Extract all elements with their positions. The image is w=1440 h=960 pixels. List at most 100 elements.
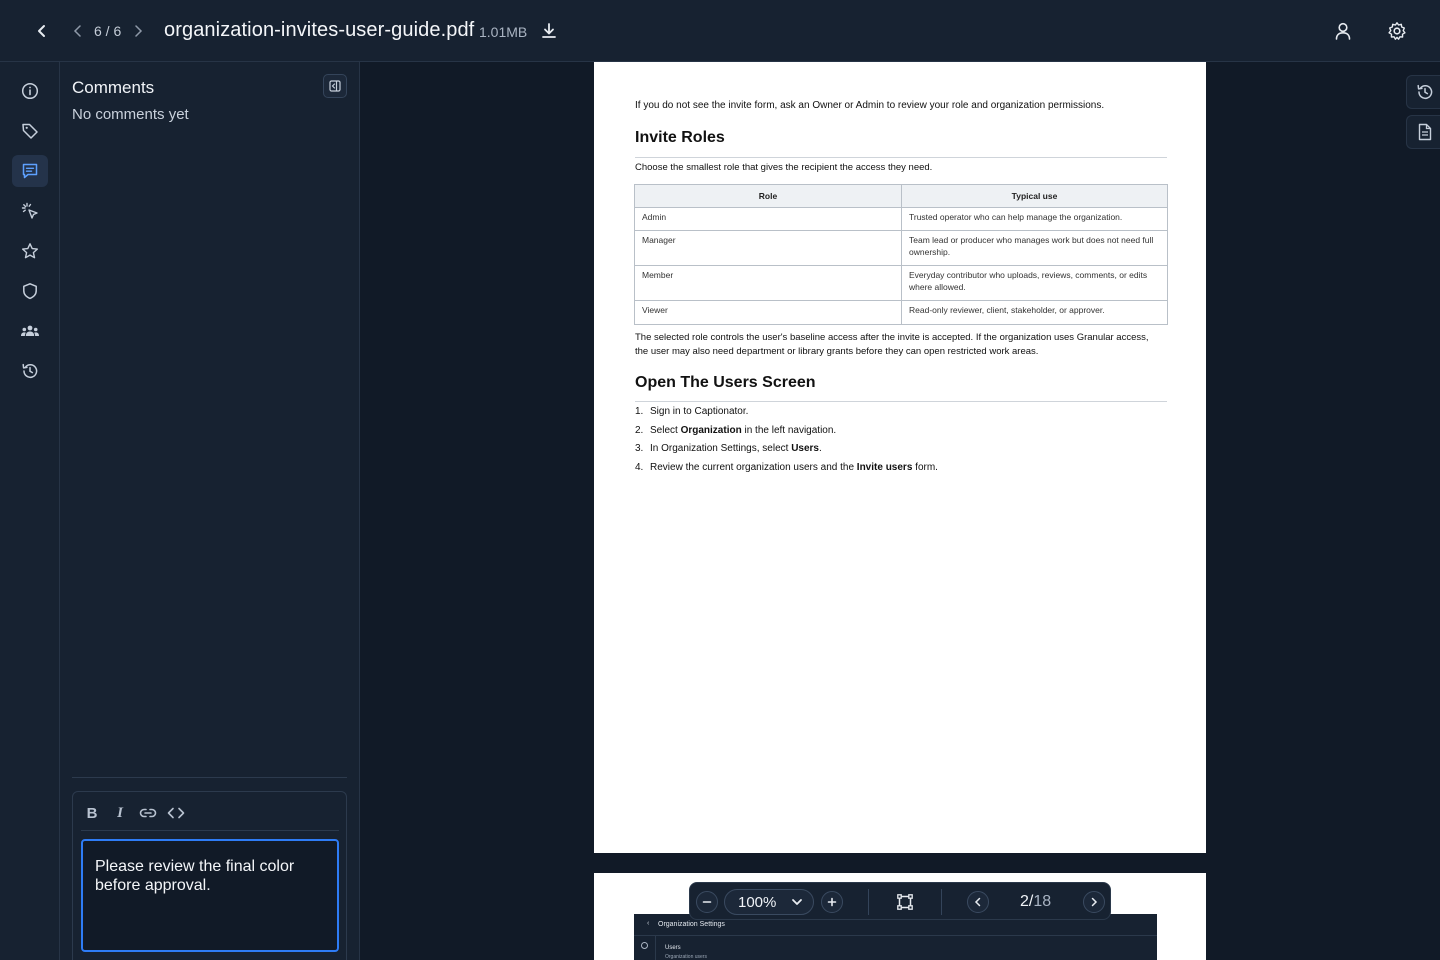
file-name: organization-invites-user-guide.pdf	[164, 19, 475, 41]
back-button[interactable]	[30, 19, 54, 43]
heading-rule	[635, 401, 1167, 402]
code-icon	[167, 807, 185, 819]
list-item: 2. Select Organization in the left naviga…	[635, 424, 837, 436]
sidebar-rail	[0, 62, 60, 960]
toolbar-divider	[941, 889, 942, 915]
list-item: 1. Sign in to Captionator.	[635, 406, 749, 417]
table-cell: Team lead or producer who manages work b…	[901, 230, 1168, 266]
comments-empty-state: No comments yet	[72, 106, 189, 123]
chevron-down-icon	[792, 899, 802, 905]
sidebar-item-ai-select[interactable]	[12, 195, 48, 227]
sidebar-item-comments[interactable]	[12, 155, 48, 187]
bold-button[interactable]: B	[81, 800, 103, 826]
sidebar-item-info[interactable]	[12, 75, 48, 107]
table-cell: Trusted operator who can help manage the…	[901, 207, 1168, 231]
italic-button[interactable]: I	[109, 800, 131, 826]
chevron-left-icon	[73, 25, 81, 37]
list-item: 3. In Organization Settings, select Users…	[635, 443, 822, 454]
pdf-page: If you do not see the invite form, ask a…	[594, 62, 1206, 853]
editor-divider	[81, 830, 339, 831]
minus-icon	[702, 901, 712, 903]
mini-back-icon: ‹	[647, 920, 650, 927]
next-page-button[interactable]	[1083, 891, 1105, 913]
current-page: 2	[1020, 893, 1029, 910]
table-header: Role	[634, 184, 902, 208]
document-viewer[interactable]: If you do not see the invite form, ask a…	[360, 62, 1440, 960]
link-icon	[139, 808, 157, 818]
comment-icon	[22, 163, 38, 179]
section-paragraph: The selected role controls the user's ba…	[635, 332, 1149, 357]
toolbar-divider	[868, 889, 869, 915]
download-icon	[542, 23, 556, 38]
comment-editor: B I Please review the final color before…	[72, 791, 347, 960]
document-info-button[interactable]	[1406, 115, 1440, 149]
chevron-left-icon	[38, 25, 45, 37]
zoom-select[interactable]: 100%	[724, 889, 814, 915]
zoom-in-button[interactable]	[821, 891, 843, 913]
section-heading: Invite Roles	[635, 129, 725, 146]
mini-info-icon	[641, 942, 648, 949]
table-cell: Read-only reviewer, client, stakeholder,…	[901, 300, 1168, 325]
table-header: Typical use	[901, 184, 1168, 208]
panel-collapse-icon	[329, 80, 341, 92]
divider	[72, 777, 347, 778]
file-size: 1.01MB	[479, 24, 528, 40]
sparkle-pointer-icon	[21, 202, 38, 219]
link-button[interactable]	[137, 800, 159, 826]
zoom-level: 100%	[738, 893, 777, 911]
next-file-button[interactable]	[130, 22, 146, 40]
section-paragraph: Choose the smallest role that gives the …	[635, 162, 933, 173]
mini-title: Organization Settings	[658, 921, 725, 928]
heading-rule	[635, 157, 1167, 158]
page-indicator: 2/18	[1020, 893, 1052, 910]
mini-sidebar	[634, 936, 656, 960]
table-cell: Viewer	[634, 300, 902, 325]
section-heading: Open The Users Screen	[635, 374, 816, 391]
top-bar: 6 / 6 organization-invites-user-guide.pd…	[0, 0, 1440, 62]
star-icon	[22, 243, 38, 259]
sidebar-item-history[interactable]	[12, 355, 48, 387]
fit-screen-icon	[897, 894, 913, 910]
tag-icon	[22, 123, 38, 139]
document-icon	[1418, 123, 1431, 141]
chevron-right-icon	[135, 25, 143, 37]
table-row: Manager Team lead or producer who manage…	[634, 230, 1168, 266]
settings-button[interactable]	[1385, 19, 1409, 43]
total-pages: 18	[1033, 893, 1052, 910]
gear-icon	[1388, 22, 1406, 40]
mini-users-heading: Users	[665, 945, 681, 951]
table-row: Member Everyday contributor who uploads,…	[634, 265, 1168, 301]
zoom-out-button[interactable]	[696, 891, 718, 913]
list-item: 4. Review the current organization users …	[635, 461, 938, 473]
collapse-panel-button[interactable]	[323, 74, 347, 98]
table-cell: Admin	[634, 207, 902, 231]
sidebar-item-security[interactable]	[12, 275, 48, 307]
comments-panel: Comments No comments yet B I Please revi…	[60, 62, 360, 960]
download-button[interactable]	[538, 20, 560, 42]
sidebar-item-team[interactable]	[12, 315, 48, 347]
team-icon	[21, 325, 39, 336]
comment-input[interactable]: Please review the final color before app…	[81, 839, 339, 952]
version-history-button[interactable]	[1406, 75, 1440, 109]
table-row: Admin Trusted operator who can help mana…	[634, 207, 1168, 231]
user-button[interactable]	[1331, 19, 1355, 43]
user-icon	[1335, 22, 1351, 40]
history-icon	[1416, 84, 1432, 100]
chevron-left-icon	[974, 897, 981, 907]
fit-page-button[interactable]	[894, 891, 916, 913]
zoom-toolbar: 100% 2/18	[689, 882, 1111, 920]
steps-list: 1. Sign in to Captionator. 2. Select Organ…	[635, 406, 938, 480]
table-cell: Everyday contributor who uploads, review…	[901, 265, 1168, 301]
plus-icon	[827, 897, 837, 907]
file-counter: 6 / 6	[94, 23, 122, 39]
embedded-screenshot: ‹ Organization Settings Users Organizati…	[634, 914, 1157, 960]
chevron-right-icon	[1091, 897, 1098, 907]
sidebar-item-tags[interactable]	[12, 115, 48, 147]
code-button[interactable]	[165, 800, 187, 826]
editor-toolbar: B I	[81, 800, 187, 826]
sidebar-item-favorites[interactable]	[12, 235, 48, 267]
previous-file-button[interactable]	[70, 22, 86, 40]
shield-icon	[23, 283, 37, 300]
info-icon	[21, 82, 39, 100]
previous-page-button[interactable]	[967, 891, 989, 913]
